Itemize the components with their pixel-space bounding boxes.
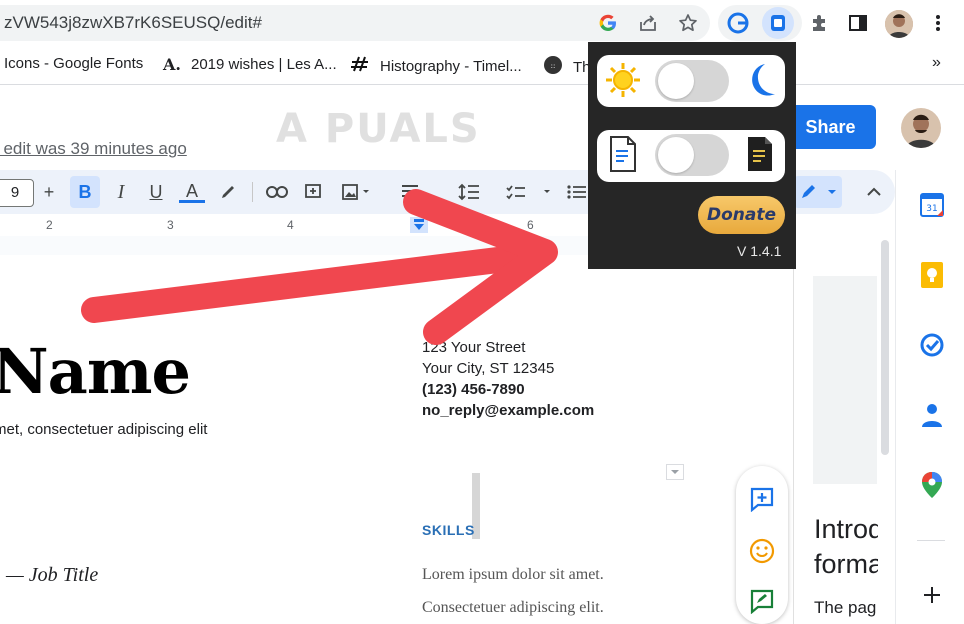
resume-name-heading: Name (0, 335, 191, 408)
last-edit-link[interactable]: t edit was 39 minutes ago (0, 139, 187, 159)
emoji-reaction-icon[interactable] (749, 538, 775, 569)
account-avatar[interactable] (901, 108, 941, 148)
resume-subtitle: met, consectetuer adipiscing elit (0, 421, 208, 438)
side-panel-text: forma (814, 549, 878, 579)
increase-font-size-button[interactable]: + (34, 176, 64, 208)
bookmark-item[interactable]: Icons - Google Fonts (4, 55, 143, 72)
add-comment-float-icon[interactable] (749, 486, 775, 517)
underline-button[interactable]: U (141, 176, 171, 208)
email-text: no_reply@example.com (422, 402, 595, 419)
side-panel-text: Introd (814, 514, 878, 544)
apps-side-rail (895, 170, 964, 624)
donate-button[interactable]: Donate (698, 196, 785, 234)
svg-text:31: 31 (926, 204, 937, 214)
side-panel-icon[interactable] (842, 7, 874, 39)
font-size-input[interactable]: 9 (0, 179, 34, 207)
skills-heading: SKILLS (422, 522, 475, 538)
document-mode-toggle[interactable] (655, 134, 729, 176)
sun-icon (604, 61, 642, 104)
toolbar-divider (252, 182, 253, 202)
insert-link-icon[interactable] (262, 176, 292, 208)
add-app-icon[interactable] (917, 580, 947, 610)
site-logo-icon: :: (543, 55, 563, 79)
document-page[interactable] (0, 255, 760, 624)
indent-marker-icon[interactable] (410, 217, 428, 233)
svg-text:::: :: (551, 62, 556, 70)
maps-icon[interactable] (917, 470, 947, 500)
dark-mode-toggle[interactable] (655, 60, 729, 102)
calendar-icon[interactable]: 31 (917, 190, 947, 220)
dropdown-marker-icon[interactable] (666, 464, 684, 480)
toggle-knob (658, 63, 694, 99)
collapse-menus-icon[interactable] (859, 176, 889, 208)
ruler-number: 4 (287, 218, 294, 232)
docs-dark-mode-extension-icon[interactable] (762, 7, 794, 39)
bookmark-item[interactable]: Histography - Timel... (350, 55, 522, 77)
text-color-button[interactable]: A (177, 176, 207, 208)
city-line: Your City, ST 12345 (422, 360, 555, 377)
share-page-icon[interactable] (632, 7, 664, 39)
bookmark-label: 2019 wishes | Les A... (190, 56, 337, 73)
address-line: 123 Your Street (422, 339, 526, 356)
keep-icon[interactable] (917, 260, 947, 290)
extensions-puzzle-icon[interactable] (803, 7, 835, 39)
editing-mode-icon[interactable] (794, 176, 842, 208)
share-button[interactable]: Share (785, 105, 876, 149)
checklist-icon[interactable] (502, 176, 554, 208)
ruler-number: 3 (167, 218, 174, 232)
tasks-icon[interactable] (917, 330, 947, 360)
bookmark-label: Histography - Timel... (380, 57, 522, 75)
rail-divider (917, 540, 945, 541)
toggle-knob (658, 137, 694, 173)
light-document-icon (609, 135, 637, 178)
scrollbar[interactable] (881, 240, 889, 455)
watermark: A PUALS (276, 106, 481, 152)
profile-avatar[interactable] (885, 10, 913, 38)
suggest-edits-icon[interactable] (749, 588, 775, 619)
letter-a-icon: A. (163, 55, 181, 74)
moon-icon (741, 60, 779, 105)
histography-icon (350, 55, 370, 77)
ruler-number: 6 (527, 218, 534, 232)
add-comment-icon[interactable] (298, 176, 328, 208)
bookmark-label: Icons - Google Fonts (4, 55, 144, 72)
job-title-text: — Job Title (6, 564, 99, 586)
url-text[interactable]: zVW543j8zwXB7rK6SEUSQ/edit# (4, 13, 262, 33)
bold-button[interactable]: B (70, 176, 100, 208)
bookmarks-overflow-button[interactable]: » (932, 54, 941, 72)
side-panel-text: The pag (814, 598, 877, 617)
skills-item: Lorem ipsum dolor sit amet. (422, 566, 604, 583)
skills-item: Consectetuer adipiscing elit. (422, 599, 604, 616)
ruler-number: 2 (46, 218, 53, 232)
highlight-color-icon[interactable] (213, 176, 243, 208)
insert-image-icon[interactable] (334, 176, 378, 208)
italic-button[interactable]: I (106, 176, 136, 208)
side-thumbnail (813, 276, 877, 484)
bookmark-item[interactable]: :: Th (543, 55, 591, 79)
version-label: V 1.4.1 (737, 243, 782, 259)
bookmark-star-icon[interactable] (672, 7, 704, 39)
bookmark-item[interactable]: A. 2019 wishes | Les A... (163, 55, 337, 74)
browser-menu-icon[interactable] (922, 7, 954, 39)
dark-document-icon (746, 135, 774, 178)
grammar-extension-icon[interactable] (722, 7, 754, 39)
google-icon[interactable] (592, 7, 624, 39)
align-icon[interactable] (395, 176, 425, 208)
line-spacing-icon[interactable] (454, 176, 484, 208)
contacts-icon[interactable] (917, 400, 947, 430)
phone-text: (123) 456-7890 (422, 381, 525, 398)
